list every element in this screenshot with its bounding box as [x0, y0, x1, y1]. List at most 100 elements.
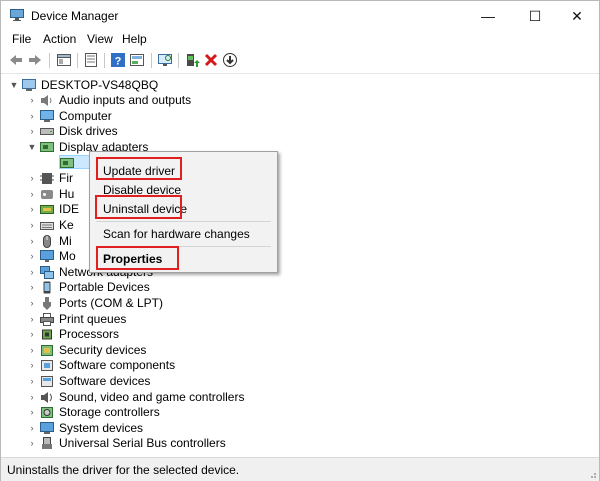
menu-view[interactable]: View — [87, 32, 113, 46]
processor-icon — [42, 329, 52, 339]
highlight-uninstall-device — [95, 195, 182, 219]
tree-item-disk-drives[interactable]: › Disk drives — [26, 123, 118, 139]
tree-item-portable-devices[interactable]: › Portable Devices — [26, 279, 150, 295]
keyboard-icon — [40, 221, 54, 230]
chevron-right-icon[interactable]: › — [26, 357, 38, 373]
chevron-right-icon[interactable]: › — [26, 311, 38, 327]
toolbar-separator — [49, 53, 50, 68]
menu-file[interactable]: File — [12, 32, 31, 46]
mouse-icon — [43, 234, 51, 248]
tree-item-keyboards[interactable]: › Ke — [26, 217, 74, 233]
tree-item-label: Computer — [59, 109, 112, 123]
chevron-right-icon[interactable]: › — [26, 279, 38, 295]
tree-item-system-devices[interactable]: › System devices — [26, 420, 144, 436]
close-button[interactable]: ✕ — [555, 1, 599, 31]
chevron-right-icon[interactable]: › — [26, 92, 38, 108]
resize-grip-icon[interactable] — [587, 469, 597, 479]
chevron-right-icon[interactable]: › — [26, 389, 38, 405]
help-icon[interactable]: ? — [110, 52, 126, 68]
chevron-right-icon[interactable]: › — [26, 217, 38, 233]
forward-arrow-icon[interactable] — [27, 52, 43, 68]
tree-item-hid[interactable]: › Hu — [26, 186, 75, 202]
chevron-right-icon[interactable]: › — [26, 248, 38, 264]
hid-icon — [41, 189, 53, 199]
chevron-right-icon[interactable]: › — [26, 295, 38, 311]
tree-item-firmware[interactable]: › Fir — [26, 170, 74, 186]
tree-item-security-devices[interactable]: › Security devices — [26, 342, 147, 358]
download-driver-icon[interactable] — [222, 52, 238, 68]
minimize-button[interactable]: — — [466, 1, 510, 31]
chevron-right-icon[interactable]: › — [26, 170, 38, 186]
device-manager-app-icon — [10, 9, 24, 21]
tree-item-display-adapter-device[interactable] — [58, 155, 79, 171]
tree-item-ide[interactable]: › IDE — [26, 201, 80, 217]
tree-item-audio[interactable]: › Audio inputs and outputs — [26, 92, 192, 108]
show-hidden-icon[interactable] — [129, 52, 145, 68]
tree-item-software-devices[interactable]: › Software devices — [26, 373, 151, 389]
chevron-down-icon[interactable]: ▼ — [26, 139, 38, 155]
ide-icon — [40, 204, 54, 214]
tree-item-print-queues[interactable]: › Print queues — [26, 311, 127, 327]
tree-item-storage-controllers[interactable]: › Storage controllers — [26, 404, 160, 420]
tree-item-label: Ports (COM & LPT) — [59, 296, 164, 310]
menu-action[interactable]: Action — [43, 32, 76, 46]
toolbar-separator — [178, 53, 179, 68]
chevron-right-icon[interactable]: › — [26, 123, 38, 139]
tree-item-label: Mo — [59, 249, 76, 263]
device-list-icon[interactable] — [83, 52, 99, 68]
tree-root[interactable]: ▼ DESKTOP-VS48QBQ — [8, 77, 159, 93]
menu-help[interactable]: Help — [122, 32, 147, 46]
network-icon — [40, 265, 54, 279]
tree-item-processors[interactable]: › Processors — [26, 326, 120, 342]
highlight-properties — [96, 246, 179, 270]
computer-root-icon — [22, 78, 36, 91]
firmware-icon — [40, 172, 54, 184]
tree-item-monitors[interactable]: › Mo — [26, 248, 76, 264]
back-arrow-icon[interactable] — [8, 52, 24, 68]
context-scan-hardware[interactable]: Scan for hardware changes — [103, 227, 250, 241]
chevron-right-icon[interactable]: › — [26, 420, 38, 436]
status-text: Uninstalls the driver for the selected d… — [7, 463, 240, 477]
tree-item-label: Mi — [59, 234, 72, 248]
printer-icon — [40, 312, 54, 326]
chevron-right-icon[interactable]: › — [26, 186, 38, 202]
tree-item-label: Print queues — [59, 312, 127, 326]
disk-drive-icon — [40, 127, 54, 135]
tree-item-sound[interactable]: › Sound, video and game controllers — [26, 389, 245, 405]
storage-icon — [41, 406, 53, 418]
menu-bar: File Action View Help — [1, 31, 599, 49]
chevron-right-icon[interactable]: › — [26, 342, 38, 358]
tree-item-usb[interactable]: › Universal Serial Bus controllers — [26, 435, 226, 451]
chevron-right-icon[interactable]: › — [26, 264, 38, 280]
properties-pane-icon[interactable] — [56, 52, 72, 68]
display-adapter-icon — [60, 157, 74, 168]
monitor-scan-icon[interactable] — [157, 52, 173, 68]
uninstall-x-icon[interactable] — [203, 52, 219, 68]
chevron-right-icon[interactable]: › — [26, 233, 38, 249]
minimize-icon: — — [481, 8, 495, 24]
tree-item-label: Disk drives — [59, 124, 118, 138]
device-manager-window: Device Manager — ☐ ✕ File Action View He… — [0, 0, 600, 481]
chevron-down-icon[interactable]: ▼ — [8, 77, 20, 93]
tree-item-label: Software components — [59, 358, 176, 372]
update-driver-icon[interactable] — [184, 52, 200, 68]
tree-item-label: Ke — [59, 218, 74, 232]
tree-item-mice[interactable]: › Mi — [26, 233, 72, 249]
toolbar-separator — [151, 53, 152, 68]
tree-item-software-components[interactable]: › Software components — [26, 357, 176, 373]
chevron-right-icon[interactable]: › — [26, 201, 38, 217]
chevron-right-icon[interactable]: › — [26, 326, 38, 342]
chevron-right-icon[interactable]: › — [26, 435, 38, 451]
tree-item-ports[interactable]: › Ports (COM & LPT) — [26, 295, 164, 311]
tree-item-label: Processors — [59, 327, 120, 341]
tree-item-computer[interactable]: › Computer — [26, 108, 112, 124]
computer-icon — [40, 109, 54, 122]
software-device-icon — [41, 375, 53, 387]
tree-item-label: Hu — [59, 187, 75, 201]
chevron-right-icon[interactable]: › — [26, 108, 38, 124]
chevron-right-icon[interactable]: › — [26, 373, 38, 389]
toolbar-separator — [77, 53, 78, 68]
usb-icon — [42, 436, 52, 449]
chevron-right-icon[interactable]: › — [26, 404, 38, 420]
maximize-button[interactable]: ☐ — [513, 1, 557, 31]
